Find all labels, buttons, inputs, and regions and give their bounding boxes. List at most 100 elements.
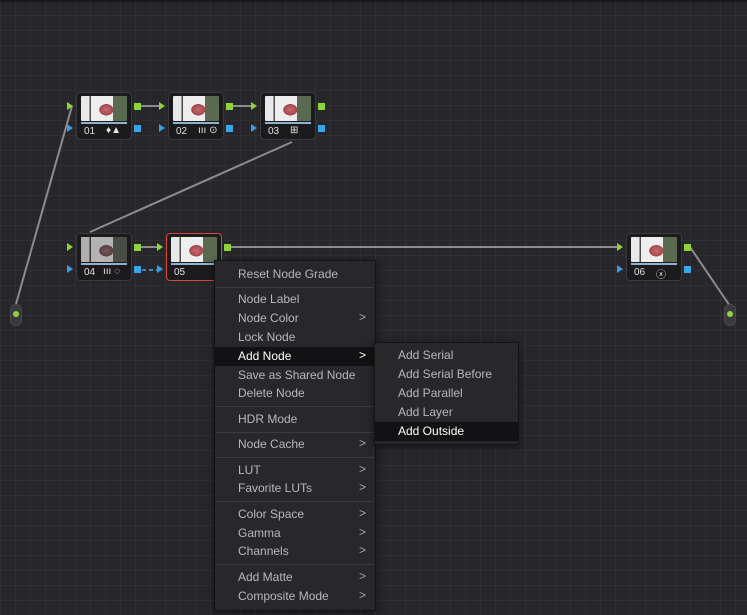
node-01-alpha-output-port[interactable] bbox=[134, 125, 141, 132]
chevron-right-icon: > bbox=[358, 347, 366, 362]
node-01[interactable]: 01 ♦▲ bbox=[76, 92, 132, 140]
node-03-rgb-input-port[interactable] bbox=[251, 102, 257, 110]
node-03-alpha-input-port[interactable] bbox=[251, 124, 257, 132]
node-06-alpha-input-port[interactable] bbox=[617, 265, 623, 273]
submenu-item-add-layer[interactable]: Add Layer bbox=[375, 403, 518, 422]
node-thumbnail-bar bbox=[81, 122, 127, 124]
wire-source-to-01 bbox=[15, 105, 73, 305]
chevron-right-icon: > bbox=[358, 568, 366, 583]
menu-item-color-space[interactable]: Color Space > bbox=[215, 505, 375, 524]
menu-item-label: Gamma bbox=[238, 525, 281, 540]
menu-item-channels[interactable]: Channels > bbox=[215, 542, 375, 561]
bars-dashed-circle-icon: ııı ◌ bbox=[103, 266, 121, 277]
node-context-menu: Reset Node Grade Node Label Node Color > Loc… bbox=[214, 260, 376, 611]
menu-item-label: Add Serial Before bbox=[398, 367, 493, 381]
menu-item-label: Delete Node bbox=[238, 386, 305, 401]
node-label: 06 bbox=[634, 267, 646, 278]
node-label: 02 bbox=[176, 126, 188, 137]
menu-item-label: Add Layer bbox=[398, 405, 453, 419]
output-port[interactable] bbox=[724, 304, 736, 326]
menu-item-label: Node Color bbox=[238, 311, 299, 326]
node-01-rgb-output-port[interactable] bbox=[134, 103, 141, 110]
node-06-alpha-output-port[interactable] bbox=[684, 266, 691, 273]
menu-item-label: Color Space bbox=[238, 506, 305, 521]
menu-item-node-cache[interactable]: Node Cache > bbox=[215, 435, 375, 454]
node-02-alpha-output-port[interactable] bbox=[226, 125, 233, 132]
grid-icon: ⊞ bbox=[290, 125, 299, 136]
node-01-rgb-input-port[interactable] bbox=[67, 102, 73, 110]
menu-item-label: Lock Node bbox=[238, 330, 296, 344]
node-03-alpha-output-port[interactable] bbox=[318, 125, 325, 132]
menu-item-lut[interactable]: LUT > bbox=[215, 461, 375, 480]
menu-item-lock-node[interactable]: Lock Node bbox=[215, 328, 375, 347]
menu-item-label: Add Matte bbox=[238, 569, 293, 584]
wire-06-to-output bbox=[689, 246, 731, 307]
submenu-item-add-parallel[interactable]: Add Parallel bbox=[375, 384, 518, 403]
menu-item-label: LUT bbox=[238, 462, 261, 477]
node-thumbnail-bar bbox=[171, 263, 217, 265]
menu-item-composite-mode[interactable]: Composite Mode > bbox=[215, 587, 375, 606]
chevron-right-icon: > bbox=[358, 505, 366, 520]
node-05-rgb-output-port[interactable] bbox=[224, 244, 231, 251]
menu-item-favorite-luts[interactable]: Favorite LUTs > bbox=[215, 479, 375, 498]
node-label: 05 bbox=[174, 267, 186, 278]
bars-target-icon: ııı ⊙ bbox=[198, 125, 218, 136]
node-thumbnail bbox=[265, 96, 311, 121]
chevron-right-icon: > bbox=[358, 436, 366, 451]
menu-item-label: Save as Shared Node bbox=[238, 367, 356, 382]
node-06-rgb-output-port[interactable] bbox=[684, 244, 691, 251]
node-04[interactable]: 04 ııı ◌ bbox=[76, 233, 132, 281]
menu-item-add-matte[interactable]: Add Matte > bbox=[215, 568, 375, 587]
node-05-rgb-input-port[interactable] bbox=[157, 243, 163, 251]
submenu-item-add-serial[interactable]: Add Serial bbox=[375, 346, 518, 365]
chevron-right-icon: > bbox=[358, 310, 366, 325]
submenu-item-add-serial-before[interactable]: Add Serial Before bbox=[375, 365, 518, 384]
node-01-alpha-input-port[interactable] bbox=[67, 124, 73, 132]
chevron-right-icon: > bbox=[358, 543, 366, 558]
menu-item-label: Composite Mode bbox=[238, 588, 329, 603]
chevron-right-icon: > bbox=[358, 524, 366, 539]
wire-03-to-04 bbox=[89, 141, 293, 233]
node-04-alpha-input-port[interactable] bbox=[67, 265, 73, 273]
menu-item-label: Reset Node Grade bbox=[238, 267, 339, 281]
menu-item-save-as-shared-node[interactable]: Save as Shared Node bbox=[215, 366, 375, 385]
node-thumbnail bbox=[81, 96, 127, 121]
menu-item-gamma[interactable]: Gamma > bbox=[215, 524, 375, 543]
submenu-item-add-outside[interactable]: Add Outside bbox=[375, 422, 518, 441]
menu-item-label: Channels bbox=[238, 544, 289, 559]
node-04-rgb-output-port[interactable] bbox=[134, 244, 141, 251]
node-03[interactable]: 03 ⊞ bbox=[260, 92, 316, 140]
node-02-rgb-input-port[interactable] bbox=[159, 102, 165, 110]
menu-item-node-color[interactable]: Node Color > bbox=[215, 309, 375, 328]
menu-item-add-node[interactable]: Add Node > bbox=[215, 346, 375, 366]
node-02-alpha-input-port[interactable] bbox=[159, 124, 165, 132]
node-thumbnail-bar bbox=[265, 122, 311, 124]
menu-separator bbox=[216, 431, 374, 433]
menu-item-node-label[interactable]: Node Label bbox=[215, 290, 375, 309]
node-02-rgb-output-port[interactable] bbox=[226, 103, 233, 110]
node-06-rgb-input-port[interactable] bbox=[617, 243, 623, 251]
chevron-right-icon: > bbox=[358, 461, 366, 476]
menu-item-label: Node Label bbox=[238, 292, 300, 307]
source-input-port[interactable] bbox=[10, 304, 22, 326]
menu-item-delete-node[interactable]: Delete Node bbox=[215, 384, 375, 403]
fx-icon: ⓧ bbox=[656, 270, 666, 281]
menu-item-label: Add Serial bbox=[398, 348, 454, 362]
menu-item-hdr-mode[interactable]: HDR Mode bbox=[215, 410, 375, 429]
node-thumbnail-bar bbox=[631, 263, 677, 265]
menu-item-reset-node-grade[interactable]: Reset Node Grade bbox=[215, 265, 375, 284]
node-04-alpha-output-port[interactable] bbox=[134, 266, 141, 273]
node-label: 04 bbox=[84, 267, 96, 278]
node-thumbnail bbox=[631, 237, 677, 262]
menu-separator bbox=[216, 564, 374, 566]
node-03-rgb-output-port[interactable] bbox=[318, 103, 325, 110]
node-04-rgb-input-port[interactable] bbox=[67, 243, 73, 251]
menu-item-label: Add Outside bbox=[398, 424, 465, 438]
menu-item-label: Add Parallel bbox=[398, 386, 463, 400]
node-06[interactable]: 06 ⓧ bbox=[626, 233, 682, 281]
menu-separator bbox=[216, 501, 374, 503]
node-thumbnail bbox=[173, 96, 219, 121]
node-05-alpha-input-port[interactable] bbox=[157, 265, 163, 273]
node-02[interactable]: 02 ııı ⊙ bbox=[168, 92, 224, 140]
node-thumbnail bbox=[81, 237, 127, 262]
